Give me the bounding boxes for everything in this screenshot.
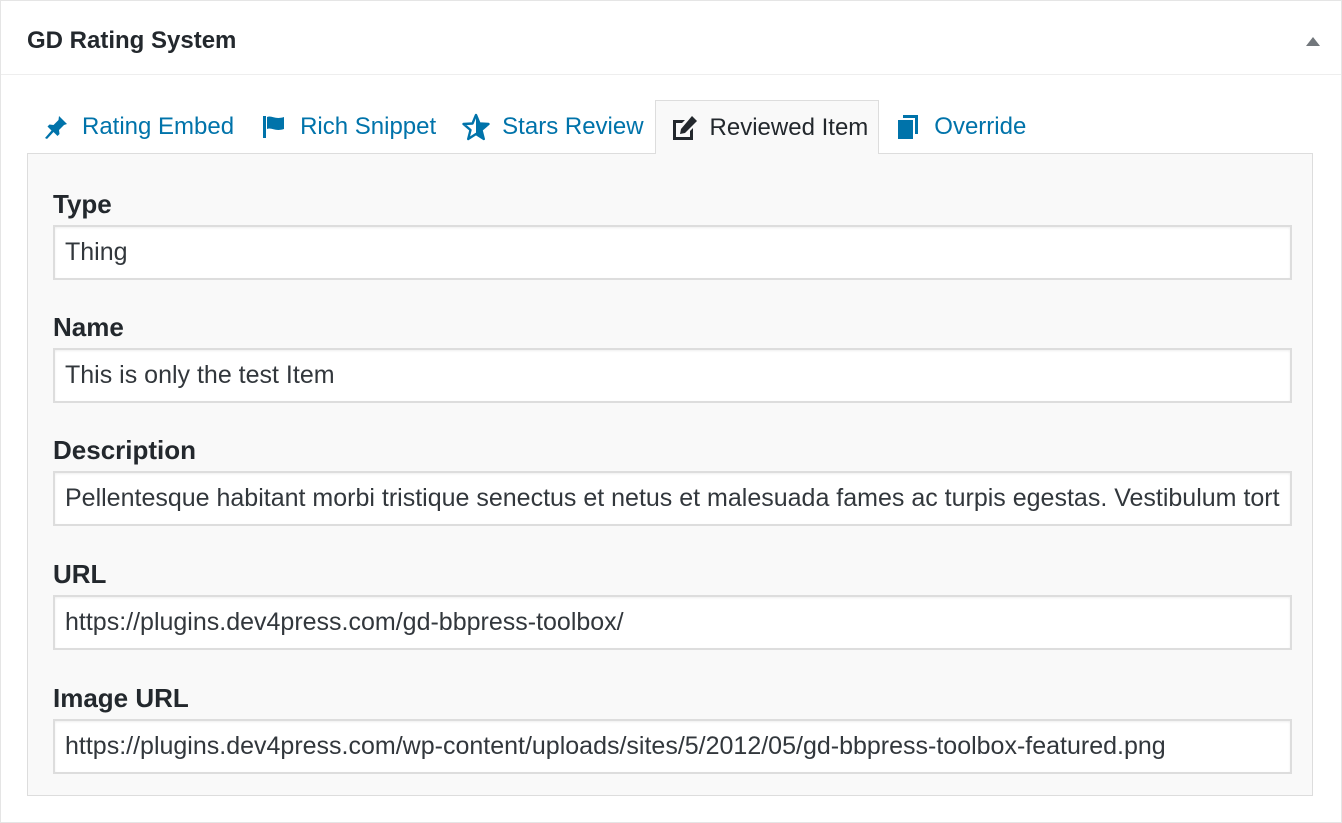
star-icon (462, 113, 490, 141)
tab-bar: Rating Embed Rich Snippet Stars Review R… (27, 100, 1037, 154)
image-url-label: Image URL (53, 683, 189, 713)
image-url-field-group: Image URL (53, 681, 1292, 774)
type-field-group: Type (53, 187, 1292, 280)
tab-label: Stars Review (502, 113, 644, 140)
name-input[interactable] (53, 348, 1292, 403)
flag-icon (260, 113, 288, 141)
name-label: Name (53, 312, 124, 342)
name-field-group: Name (53, 310, 1292, 403)
tab-label: Rating Embed (82, 113, 235, 140)
type-input[interactable] (53, 225, 1292, 280)
url-input[interactable] (53, 595, 1292, 650)
tab-rating-embed[interactable]: Rating Embed (27, 100, 245, 153)
tab-reviewed-item[interactable]: Reviewed Item (654, 100, 880, 154)
metabox-header: GD Rating System (1, 1, 1341, 75)
description-field-group: Description (53, 433, 1292, 526)
type-label: Type (53, 189, 112, 219)
tab-label: Reviewed Item (709, 114, 869, 141)
url-label: URL (53, 559, 107, 589)
description-input[interactable] (53, 471, 1292, 526)
copy-icon (894, 113, 922, 141)
edit-icon (670, 114, 698, 142)
image-url-input[interactable] (53, 719, 1292, 774)
metabox-title: GD Rating System (27, 27, 237, 54)
tab-stars-review[interactable]: Stars Review (447, 100, 654, 153)
gd-rating-system-metabox: GD Rating System Rating Embed Rich Snipp… (0, 0, 1342, 823)
tab-rich-snippet[interactable]: Rich Snippet (245, 100, 447, 153)
description-label: Description (53, 435, 197, 465)
tab-label: Rich Snippet (300, 113, 437, 140)
pin-icon (42, 113, 70, 141)
caret-up-icon (1306, 37, 1320, 46)
tab-override[interactable]: Override (879, 100, 1037, 153)
tab-label: Override (934, 113, 1027, 140)
reviewed-item-panel: Type Name Description URL Image URL (27, 153, 1313, 796)
collapse-toggle-button[interactable] (1299, 27, 1327, 55)
url-field-group: URL (53, 557, 1292, 650)
